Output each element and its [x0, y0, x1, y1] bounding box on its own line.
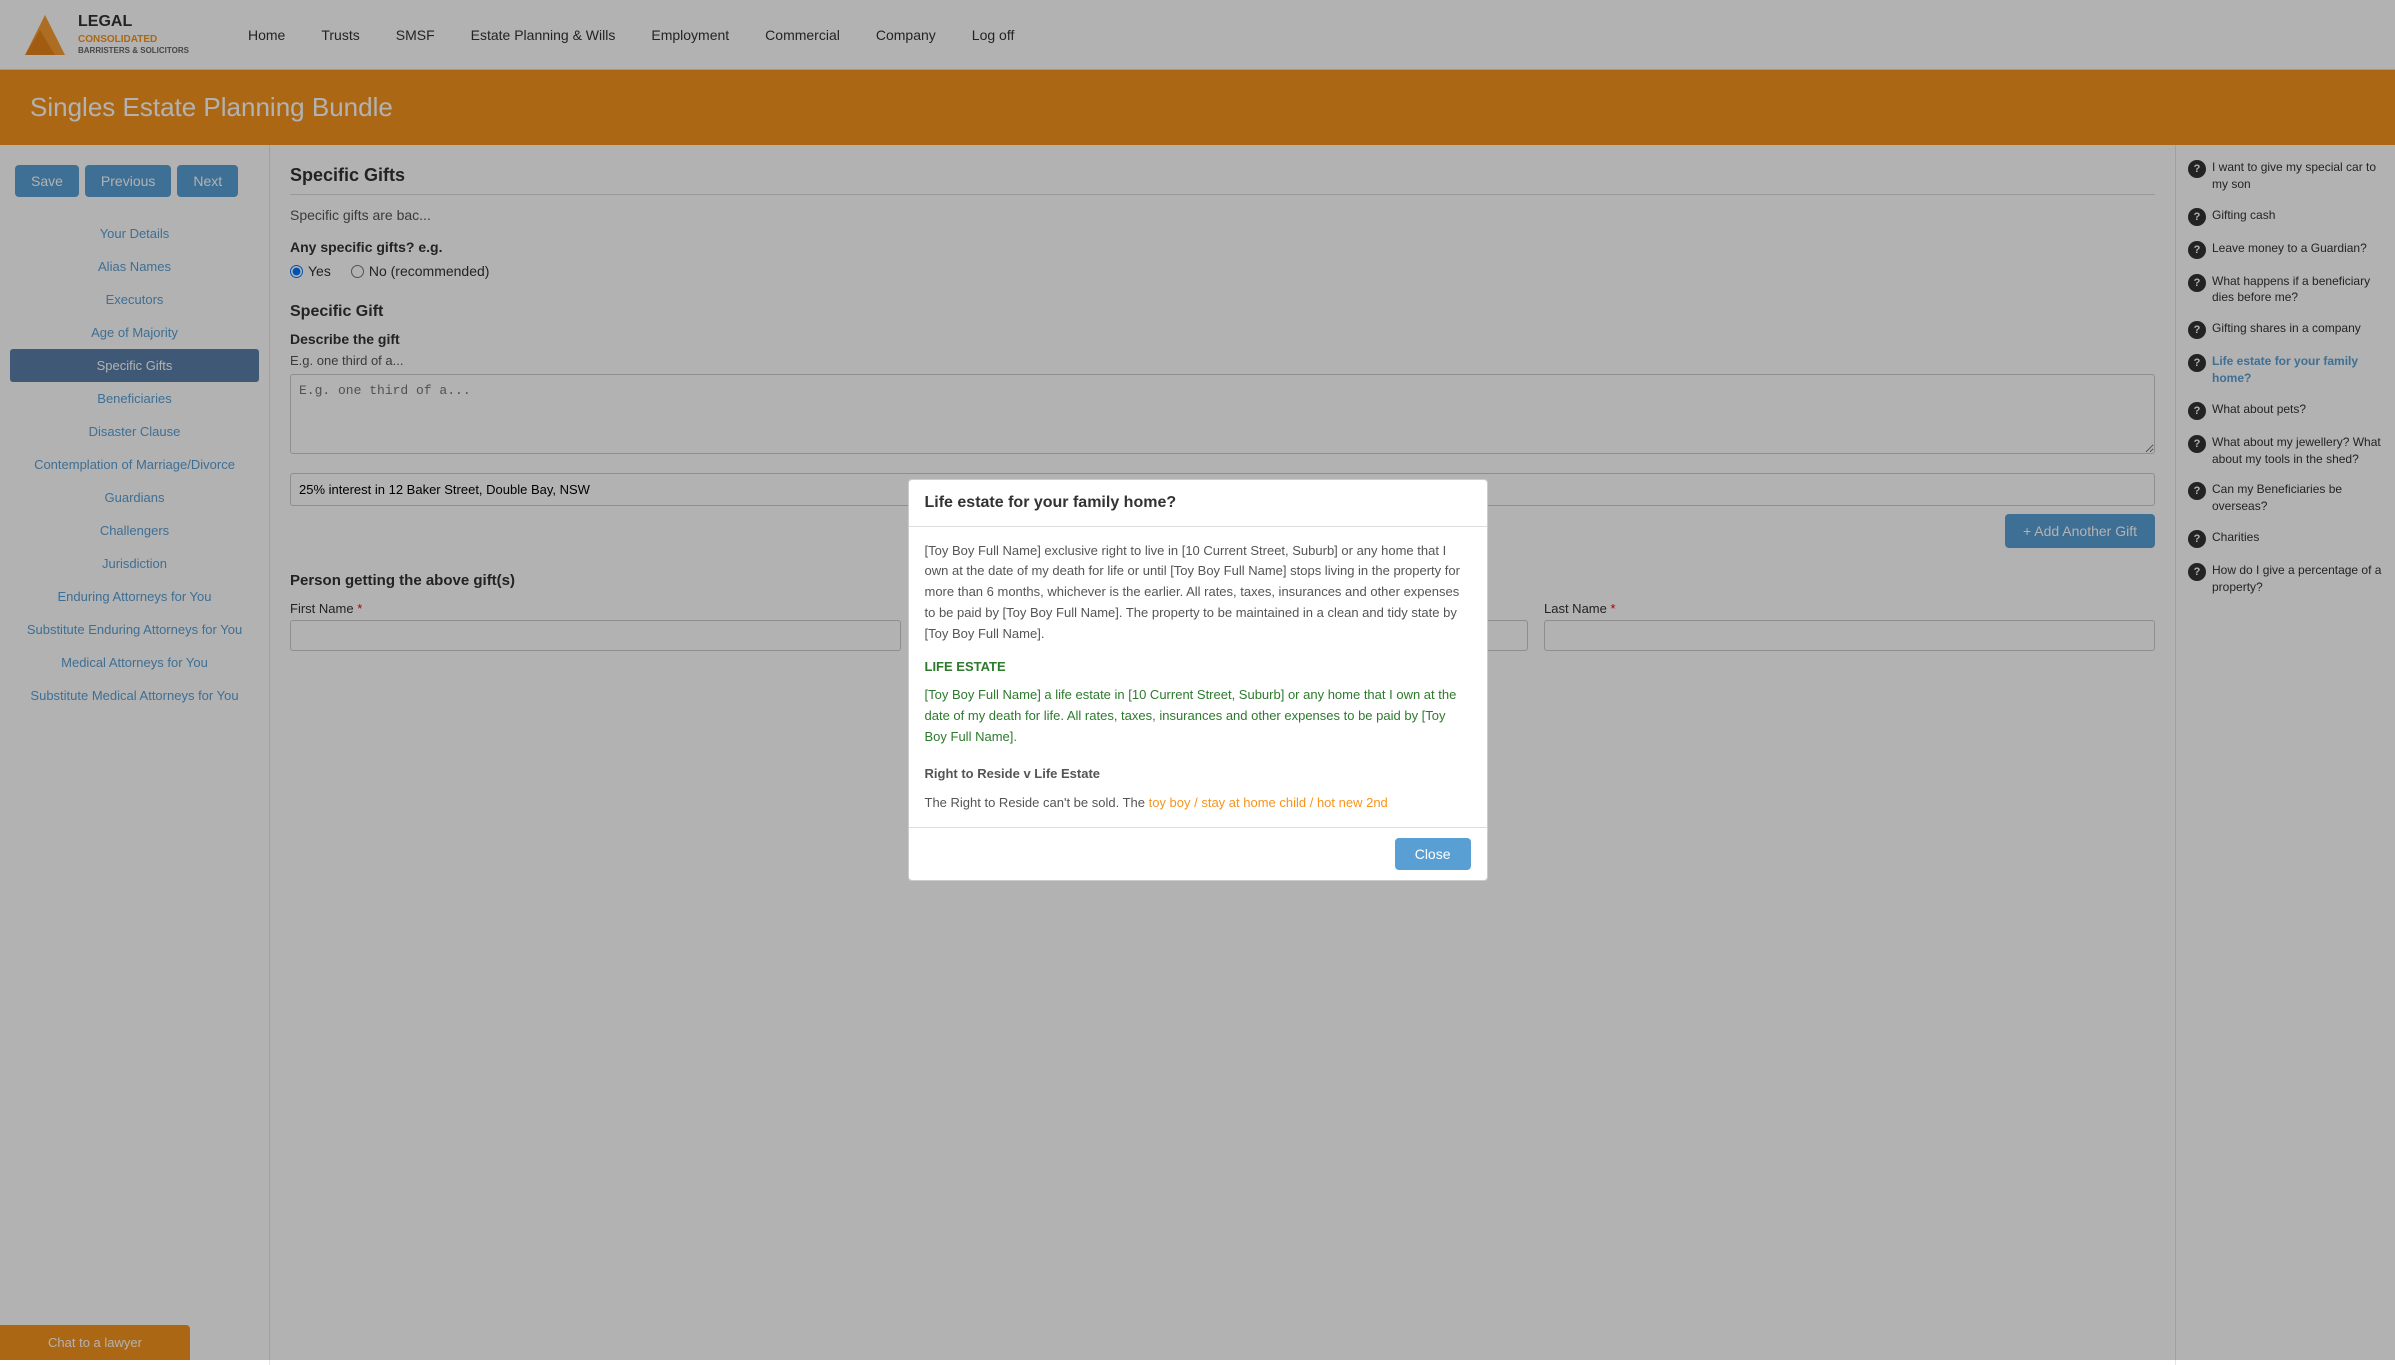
modal-body: [Toy Boy Full Name] exclusive right to l…: [909, 527, 1487, 828]
modal-close-button[interactable]: Close: [1395, 838, 1471, 870]
modal-footer: Close: [909, 827, 1487, 880]
modal-box: Life estate for your family home? [Toy B…: [908, 479, 1488, 882]
modal-header: Life estate for your family home?: [909, 480, 1487, 527]
modal-para1: [Toy Boy Full Name] exclusive right to l…: [925, 541, 1471, 645]
modal-overlay[interactable]: Life estate for your family home? [Toy B…: [0, 0, 2395, 1360]
modal-para3: The Right to Reside can't be sold. The t…: [925, 793, 1471, 814]
modal-para2: [Toy Boy Full Name] a life estate in [10…: [925, 685, 1471, 747]
modal-title: Life estate for your family home?: [925, 494, 1471, 512]
modal-life-estate-heading: LIFE ESTATE: [925, 657, 1471, 678]
modal-subheading: Right to Reside v Life Estate: [925, 764, 1471, 785]
